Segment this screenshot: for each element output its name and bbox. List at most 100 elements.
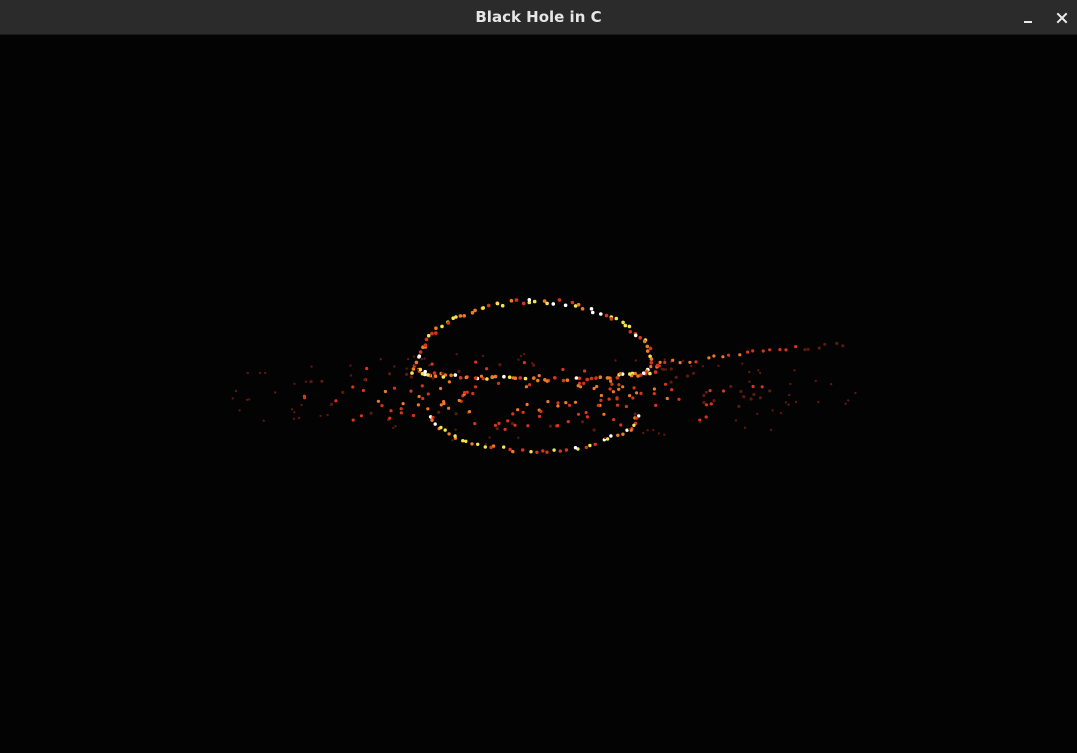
- particle: [392, 426, 395, 430]
- particle: [610, 382, 614, 386]
- particle: [426, 392, 430, 396]
- black-hole-scene: [231, 298, 857, 454]
- particle: [817, 346, 821, 350]
- particle: [467, 410, 472, 414]
- particle: [582, 381, 586, 385]
- particle: [292, 417, 296, 420]
- particle: [742, 395, 746, 399]
- particle: [835, 341, 839, 345]
- particle: [481, 354, 485, 358]
- particle: [517, 436, 520, 439]
- particle: [420, 371, 425, 376]
- particle: [304, 380, 308, 383]
- particle: [823, 342, 827, 346]
- particle: [599, 398, 603, 402]
- particle: [532, 363, 536, 367]
- particle: [608, 387, 612, 391]
- particle: [779, 412, 783, 415]
- particle: [584, 445, 588, 450]
- particle: [551, 302, 556, 306]
- particle: [564, 401, 568, 405]
- particle: [658, 360, 662, 364]
- particle: [628, 372, 632, 376]
- particle: [517, 358, 520, 361]
- particle: [401, 402, 405, 406]
- particle: [628, 330, 633, 334]
- particle: [580, 307, 585, 311]
- particle: [493, 374, 498, 379]
- particle: [447, 406, 451, 410]
- particle: [670, 388, 674, 392]
- particle: [635, 416, 639, 420]
- particle: [461, 439, 465, 443]
- particle: [351, 385, 355, 389]
- particle: [652, 392, 656, 396]
- particle: [599, 312, 603, 316]
- particle: [574, 376, 579, 380]
- minimize-button[interactable]: [1016, 6, 1040, 30]
- particle: [393, 365, 396, 368]
- particle: [290, 408, 294, 411]
- particle: [674, 375, 678, 379]
- particle: [417, 394, 421, 399]
- particle: [363, 378, 367, 382]
- particle: [617, 383, 621, 387]
- particle: [416, 403, 420, 407]
- particle: [437, 410, 441, 414]
- particle: [454, 412, 458, 416]
- particle: [502, 445, 506, 449]
- particle: [642, 339, 647, 344]
- particle: [619, 423, 623, 427]
- particle: [631, 396, 635, 400]
- particle: [632, 423, 636, 427]
- particle: [464, 439, 468, 443]
- particle: [509, 298, 514, 303]
- particle: [615, 397, 619, 401]
- particle: [649, 357, 654, 361]
- particle: [615, 376, 620, 380]
- particle: [532, 299, 537, 304]
- particle: [634, 391, 639, 395]
- close-button[interactable]: [1050, 6, 1074, 30]
- particle: [657, 432, 661, 435]
- particle: [264, 371, 267, 375]
- particle: [743, 426, 747, 429]
- particle: [611, 390, 616, 394]
- particle: [506, 419, 510, 423]
- particle: [412, 355, 416, 358]
- particle: [238, 409, 241, 412]
- particle: [585, 415, 590, 419]
- particle: [546, 400, 550, 404]
- particle: [365, 366, 369, 371]
- particle: [552, 448, 556, 452]
- particle: [434, 331, 438, 335]
- particle: [309, 380, 313, 384]
- particle: [657, 364, 661, 368]
- particle: [379, 358, 382, 361]
- title-bar[interactable]: Black Hole in C: [0, 0, 1077, 35]
- particle: [341, 390, 345, 394]
- particle: [300, 403, 303, 407]
- particle: [616, 433, 620, 437]
- particle: [441, 375, 446, 379]
- particle: [495, 427, 499, 431]
- particle: [748, 380, 751, 383]
- particle: [699, 421, 702, 424]
- particle: [769, 428, 773, 432]
- particle: [614, 316, 619, 321]
- particle: [453, 373, 458, 377]
- particle: [636, 374, 640, 378]
- particle: [532, 376, 536, 380]
- particle: [645, 344, 650, 349]
- particle: [621, 320, 625, 325]
- particle: [521, 301, 526, 306]
- particle: [234, 389, 238, 393]
- particle: [457, 398, 461, 403]
- particle: [406, 357, 410, 361]
- particle: [484, 442, 487, 446]
- particle: [563, 303, 568, 308]
- particle: [523, 376, 528, 381]
- particle: [633, 333, 638, 338]
- particle: [746, 350, 750, 354]
- particle: [440, 324, 444, 329]
